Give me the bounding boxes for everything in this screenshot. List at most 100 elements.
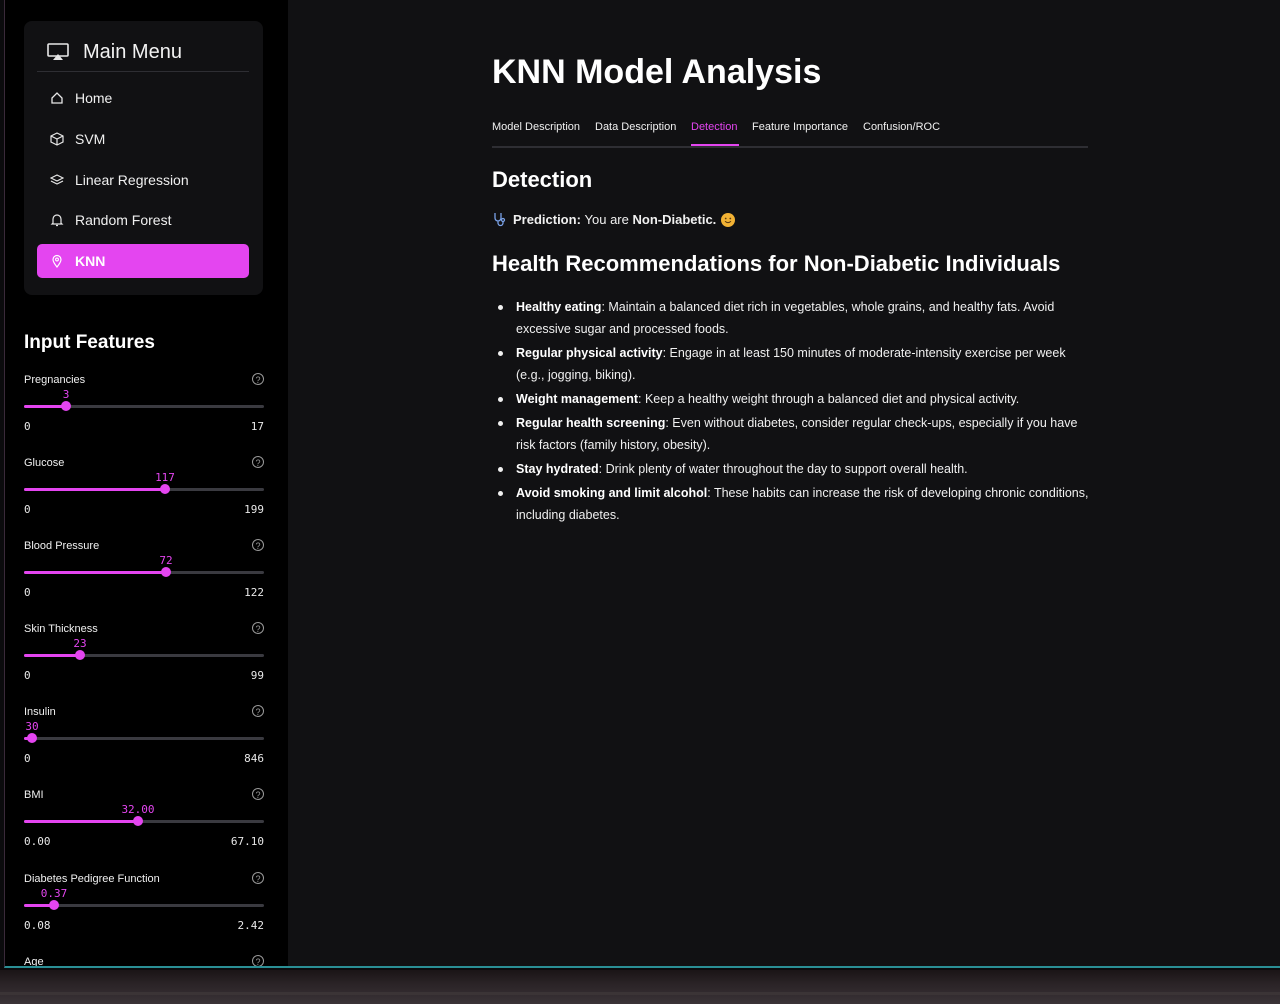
slider-fill (24, 820, 138, 823)
list-item: Regular physical activity: Engage in at … (492, 342, 1092, 386)
tab-feature-importance[interactable]: Feature Importance (752, 121, 848, 133)
recommendation-text: : Drink plenty of water throughout the d… (598, 462, 968, 476)
prediction-label: Prediction: (513, 212, 581, 227)
app-window: Main Menu Home SVM Linear Regression Ran… (4, 0, 1280, 968)
slider-thumb[interactable] (133, 816, 143, 826)
feature-slider-bmi: BMI ? 32.00 0.00 67.10 (24, 788, 264, 859)
menu-item-knn[interactable]: KNN (37, 244, 249, 278)
list-item: Weight management: Keep a healthy weight… (492, 388, 1092, 410)
slider-value: 32.00 (121, 803, 155, 816)
feature-label: Diabetes Pedigree Function (24, 873, 160, 885)
menu-item-label: Random Forest (75, 212, 172, 228)
slider-max: 17 (250, 420, 264, 433)
slider-value: 3 (62, 388, 70, 401)
slider-min: 0 (24, 669, 31, 682)
tab-confusion-roc[interactable]: Confusion/ROC (863, 121, 940, 133)
help-icon[interactable]: ? (252, 622, 264, 634)
recommendation-heading: Regular health screening (516, 416, 666, 430)
recommendation-heading: Avoid smoking and limit alcohol (516, 486, 708, 500)
recommendations-title: Health Recommendations for Non-Diabetic … (492, 251, 1061, 276)
feature-label: Glucose (24, 457, 65, 469)
slider-fill (24, 654, 80, 657)
house-icon (51, 92, 63, 104)
slider-track[interactable] (24, 567, 264, 577)
menu-item-random-forest[interactable]: Random Forest (37, 203, 249, 237)
help-icon[interactable]: ? (252, 705, 264, 717)
slider-thumb[interactable] (161, 567, 171, 577)
slider-min: 0.00 (24, 835, 51, 848)
slider-max: 2.42 (237, 919, 265, 932)
help-icon[interactable]: ? (252, 456, 264, 468)
slider-track[interactable] (24, 733, 264, 743)
feature-slider-skin-thickness: Skin Thickness ? 23 0 99 (24, 622, 264, 693)
map-pin-icon (52, 254, 62, 268)
layers-icon (50, 174, 64, 185)
feature-slider-insulin: Insulin ? 30 0 846 (24, 705, 264, 776)
slider-value: 0.37 (40, 887, 68, 900)
feature-label: Age (24, 956, 44, 968)
menu-item-label: Linear Regression (75, 172, 189, 188)
smiling-face-icon (721, 212, 736, 227)
help-icon[interactable]: ? (252, 539, 264, 551)
help-icon[interactable]: ? (252, 788, 264, 800)
slider-fill (24, 405, 66, 408)
main-menu: Main Menu Home SVM Linear Regression Ran… (24, 21, 263, 295)
slider-fill (24, 488, 165, 491)
slider-value: 30 (25, 720, 39, 733)
slider-thumb[interactable] (27, 733, 37, 743)
help-icon[interactable]: ? (252, 872, 264, 884)
feature-label: Blood Pressure (24, 540, 100, 552)
slider-thumb[interactable] (61, 401, 71, 411)
help-icon[interactable]: ? (252, 955, 264, 966)
feature-slider-pregnancies: Pregnancies ? 3 0 17 (24, 373, 264, 444)
slider-max: 199 (244, 503, 264, 516)
slider-min: 0 (24, 586, 31, 599)
menu-item-linear-regression[interactable]: Linear Regression (37, 163, 249, 197)
recommendation-heading: Stay hydrated (516, 462, 599, 476)
slider-value: 23 (73, 637, 87, 650)
recommendation-heading: Healthy eating (516, 300, 602, 314)
feature-slider-diabetes-pedigree-function: Diabetes Pedigree Function ? 0.37 0.08 2… (24, 872, 265, 943)
recommendation-text: : Keep a healthy weight through a balanc… (638, 392, 1020, 406)
page-title: KNN Model Analysis (492, 53, 822, 91)
feature-slider-blood-pressure: Blood Pressure ? 72 0 122 (24, 539, 264, 610)
prediction-value: Non-Diabetic. (632, 212, 717, 227)
stethoscope-icon (494, 213, 506, 227)
slider-thumb[interactable] (160, 484, 170, 494)
slider-track[interactable] (24, 650, 264, 660)
list-item: Stay hydrated: Drink plenty of water thr… (492, 458, 1092, 480)
slider-track[interactable] (24, 900, 264, 910)
slider-value: 72 (159, 554, 173, 567)
desktop-taskbar-edge (0, 970, 1280, 1004)
divider (0, 992, 1280, 995)
prediction-text: You are (584, 212, 629, 227)
slider-track[interactable] (24, 484, 264, 494)
slider-track[interactable] (24, 816, 264, 826)
input-features-title: Input Features (24, 332, 155, 353)
menu-item-home[interactable]: Home (37, 81, 249, 115)
feature-label: Pregnancies (24, 374, 86, 386)
slider-max: 99 (250, 669, 264, 682)
feature-label: BMI (24, 789, 44, 801)
recommendations-list: Healthy eating: Maintain a balanced diet… (492, 296, 1092, 528)
menu-title: Main Menu (83, 40, 182, 63)
slider-min: 0 (24, 420, 31, 433)
box-icon (50, 132, 64, 146)
tab-data-description[interactable]: Data Description (595, 121, 676, 133)
tab-detection[interactable]: Detection (691, 121, 737, 133)
slider-thumb[interactable] (75, 650, 85, 660)
slider-max: 67.10 (230, 835, 264, 848)
help-icon[interactable]: ? (252, 373, 264, 385)
feature-slider-age: Age ? (24, 955, 264, 968)
tab-model-description[interactable]: Model Description (492, 121, 580, 133)
list-item: Healthy eating: Maintain a balanced diet… (492, 296, 1092, 340)
menu-item-label: KNN (75, 253, 106, 269)
menu-item-svm[interactable]: SVM (37, 122, 249, 156)
feature-label: Insulin (24, 706, 56, 718)
slider-max: 122 (244, 586, 264, 599)
recommendation-heading: Regular physical activity (516, 346, 663, 360)
slider-thumb[interactable] (49, 900, 59, 910)
slider-track[interactable] (24, 401, 264, 411)
list-item: Avoid smoking and limit alcohol: These h… (492, 482, 1092, 526)
slider-fill (24, 571, 166, 574)
